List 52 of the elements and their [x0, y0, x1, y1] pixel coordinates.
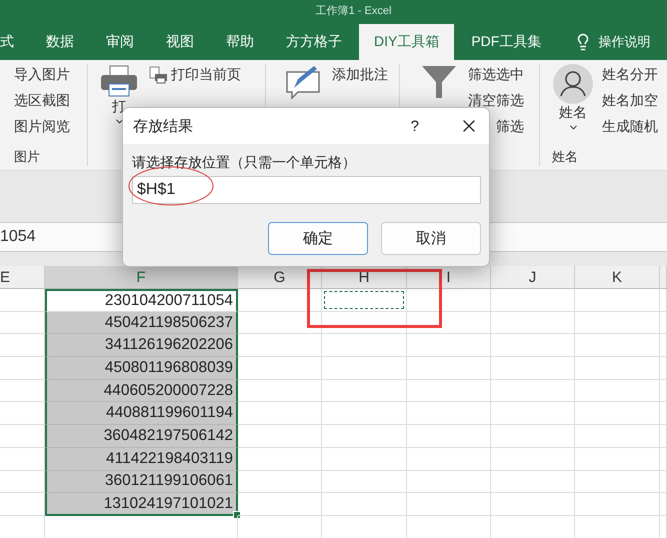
table-cell: 360121199106061 [45, 470, 238, 494]
ribbon-command[interactable]: 筛选选中 [468, 66, 524, 84]
ribbon-tab[interactable]: 数据 [31, 24, 89, 60]
table-cell: 440881199601194 [45, 402, 238, 426]
table-cell: 341126196202206 [45, 334, 238, 358]
dialog-button[interactable]: 取消 [381, 222, 481, 255]
column-header: F [45, 266, 238, 289]
ribbon-command[interactable]: 图片阅览 [14, 118, 70, 136]
ribbon-command[interactable]: 清空筛选 [468, 92, 524, 110]
ribbon-command[interactable]: 筛选 [496, 118, 524, 136]
tell-me-link[interactable]: 操作说明 [598, 33, 650, 51]
group-label: 图片 [14, 148, 41, 166]
location-field[interactable]: $H$1 [132, 176, 481, 204]
table-cell: 450421198506237 [45, 312, 238, 334]
ribbon-command[interactable]: 打印当前页 [171, 66, 241, 84]
person-icon [553, 64, 593, 104]
ribbon-tab[interactable]: DIY工具箱 [359, 24, 454, 60]
table-cell: 360482197506142 [45, 425, 238, 448]
prompt-label: 请选择存放位置（只需一个单元格） [132, 154, 357, 172]
ribbon-tab[interactable]: 方方格子 [271, 24, 357, 60]
table-cell: 411422198403119 [45, 448, 238, 470]
funnel-icon [421, 64, 457, 100]
ribbon-tab[interactable]: 审阅 [91, 24, 149, 60]
ribbon-tab[interactable]: 帮助 [211, 24, 269, 60]
column-header: J [491, 266, 575, 289]
group-label: 姓名 [552, 148, 579, 166]
ribbon-button[interactable]: 姓名 [559, 104, 587, 122]
table-cell: 230104200711054 [45, 289, 238, 312]
ribbon-tab[interactable]: 式 [0, 24, 29, 60]
ribbon-command[interactable]: 生成随机 [602, 118, 658, 136]
table-cell: 450801196808039 [45, 357, 238, 380]
dialog-button[interactable]: 确定 [268, 222, 368, 255]
ribbon-tab[interactable]: PDF工具集 [456, 24, 556, 60]
column-header: K [575, 266, 660, 289]
ribbon-command[interactable]: 选区截图 [14, 92, 70, 110]
ribbon-command[interactable]: 导入图片 [14, 66, 70, 84]
ribbon-command[interactable]: 添加批注 [332, 66, 388, 84]
ribbon-command[interactable]: 姓名分开 [602, 66, 658, 84]
column-header: E [0, 266, 45, 289]
table-cell: 131024197101021 [45, 493, 238, 516]
fill-handle[interactable] [233, 510, 241, 519]
print-page-icon [148, 66, 168, 84]
column-header: G [238, 266, 322, 289]
table-cell: 440605200007228 [45, 380, 238, 402]
ribbon-command[interactable]: 姓名加空 [602, 92, 658, 110]
dialog-title: 存放结果 [133, 116, 194, 136]
window-title: 工作簿1 - Excel [316, 4, 392, 18]
help-button[interactable]: ? [410, 118, 419, 134]
ribbon-tab[interactable]: 视图 [151, 24, 209, 60]
ribbon-button[interactable]: 打 [112, 98, 126, 116]
comment-icon [284, 64, 322, 100]
printer-icon [99, 64, 139, 98]
